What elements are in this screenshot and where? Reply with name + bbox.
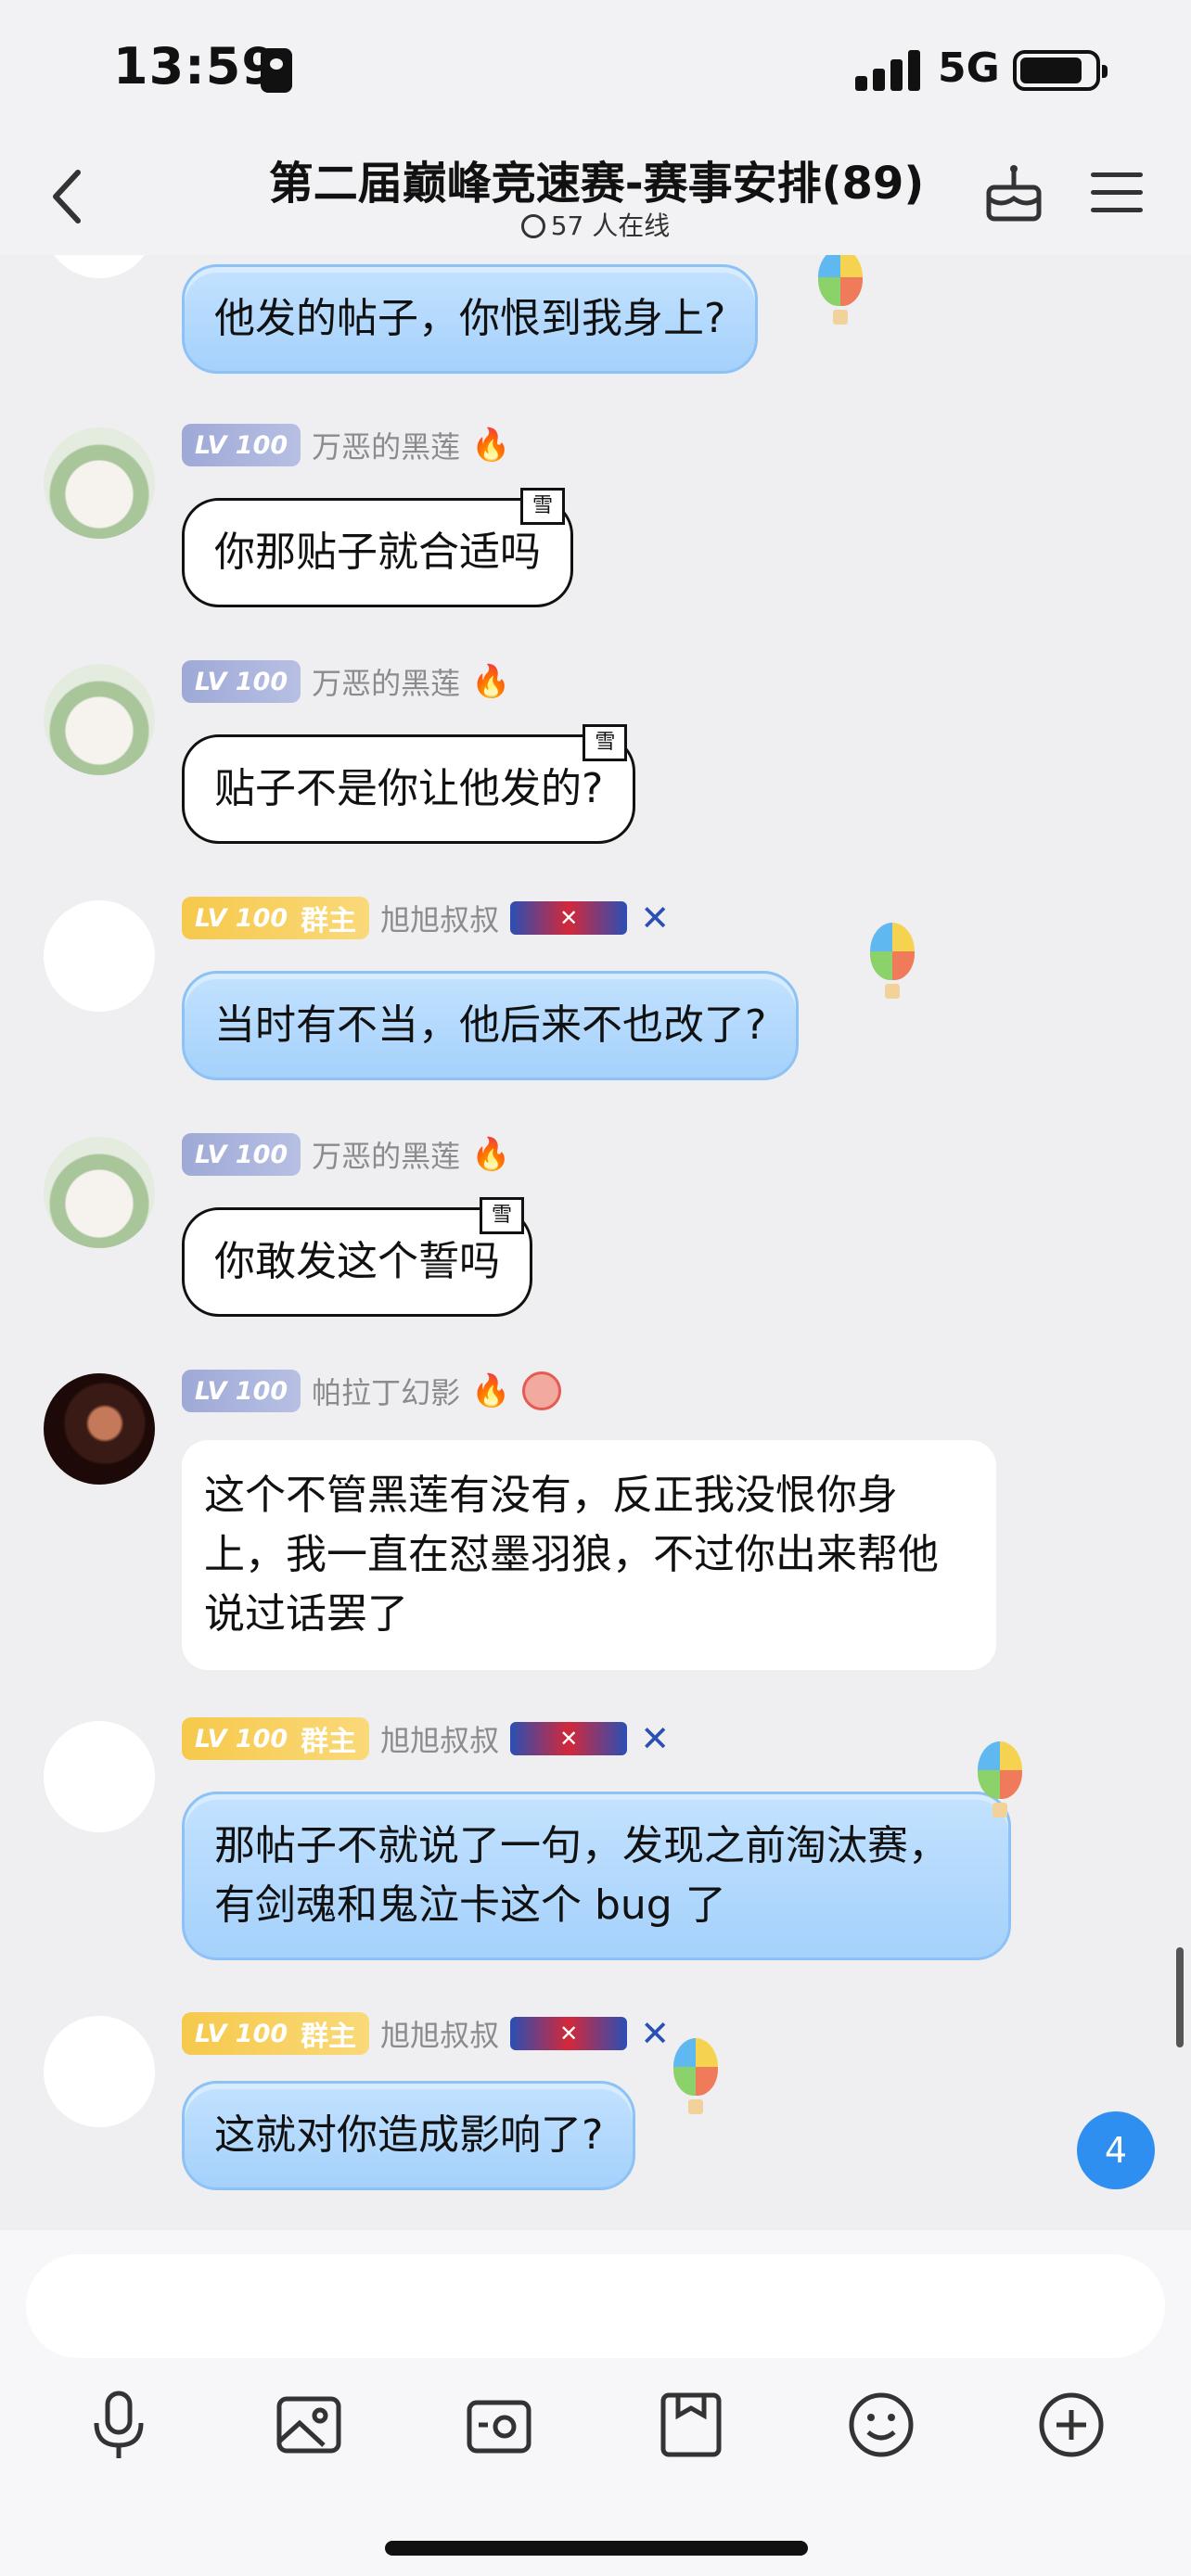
balloon-decoration [978,1741,1022,1817]
sender-meta: LV 100 群主 旭旭叔叔 ✕ ✕ [182,2010,675,2057]
bubble-tag: 雪 [583,724,628,761]
avatar[interactable] [44,427,155,539]
bubble-tag: 雪 [520,488,565,525]
message-text: 这个不管黑莲有没有，反正我没恨你身上，我一直在怼墨羽狼，不过你出来帮他说过话罢了 [204,1472,939,1638]
flame-icon: 🔥 [471,427,511,464]
mic-icon[interactable] [82,2388,156,2462]
message-text: 这就对你造成影响了? [214,2111,604,2159]
menu-icon[interactable] [1091,167,1146,219]
x-icon: ✕ [640,898,671,938]
status-time: 13:59 [113,37,277,96]
x-badge-icon: ✕ [510,901,628,935]
online-count: 57 人在线 [550,210,671,241]
role-label: 群主 [301,905,357,937]
message-text: 那帖子不就说了一句，发现之前淘汰赛，有剑魂和鬼泣卡这个 bug 了 [214,1822,949,1929]
camera-icon[interactable] [462,2388,536,2462]
input-area [0,2230,1191,2576]
level-text: LV 100 [195,1724,288,1753]
message-bubble[interactable]: 你敢发这个誓吗 雪 [182,1197,532,1317]
sender-name[interactable]: 万恶的黑莲 [312,660,460,703]
message-text: 你那贴子就合适吗 [214,529,541,576]
message-bubble[interactable]: 你那贴子就合适吗 雪 [182,488,573,607]
title-badge: ✕ ✕ [510,1718,675,1759]
message-text: 当时有不当，他后来不也改了? [214,1001,767,1049]
message-text: 他发的帖子，你恨到我身上? [214,295,726,342]
balloon-decoration [818,255,863,325]
x-icon: ✕ [640,2013,671,2054]
balloon-decoration [870,923,915,999]
balloon-decoration [673,2038,718,2114]
avatar[interactable] [44,255,155,278]
flame-icon: 🔥 [471,1372,511,1409]
sender-name[interactable]: 旭旭叔叔 [380,897,499,939]
message-bubble[interactable]: 当时有不当，他后来不也改了? [182,971,800,1080]
role-label: 群主 [301,2021,357,2053]
avatar[interactable] [44,1373,155,1485]
signal-icon [855,48,922,91]
flame-icon: 🔥 [471,1136,511,1173]
home-indicator[interactable] [385,2541,808,2556]
status-bar: 13:59 5G [0,0,1191,139]
x-badge-icon: ✕ [510,2017,628,2050]
chat-list[interactable]: 他发的帖子，你恨到我身上? LV 100 万恶的黑莲 🔥 你那贴子就合适吗 雪 … [0,255,1191,2230]
avatar[interactable] [44,664,155,775]
plus-icon[interactable] [1034,2388,1108,2462]
level-text: LV 100 [195,903,288,933]
message-text: 你敢发这个誓吗 [214,1238,500,1285]
level-badge: LV 100 群主 [182,897,370,939]
message-bubble[interactable]: 这个不管黑莲有没有，反正我没恨你身上，我一直在怼墨羽狼，不过你出来帮他说过话罢了 [182,1440,996,1670]
sender-meta: LV 100 万恶的黑莲 🔥 [182,1131,511,1178]
sender-meta: LV 100 群主 旭旭叔叔 ✕ ✕ [182,1715,675,1762]
message-bubble[interactable]: 那帖子不就说了一句，发现之前淘汰赛，有剑魂和鬼泣卡这个 bug 了 [182,1792,1011,1960]
level-badge: LV 100 [182,424,301,466]
bubble-tag: 雪 [480,1197,524,1234]
level-badge: LV 100 [182,660,301,703]
level-badge: LV 100 群主 [182,1717,370,1760]
file-icon[interactable] [654,2388,728,2462]
scrollbar[interactable] [1176,1947,1184,2047]
title-badge: ✕ ✕ [510,898,675,938]
message-bubble[interactable]: 贴子不是你让他发的? 雪 [182,724,636,844]
online-icon [520,214,545,238]
role-label: 群主 [301,1726,357,1758]
image-icon[interactable] [272,2388,346,2462]
avatar[interactable] [44,900,155,1012]
emoji-badge-icon [521,1371,561,1410]
level-badge: LV 100 [182,1370,301,1412]
sender-name[interactable]: 万恶的黑莲 [312,424,460,466]
sender-name[interactable]: 万恶的黑莲 [312,1133,460,1176]
title-badge: ✕ ✕ [510,2013,675,2054]
sender-meta: LV 100 群主 旭旭叔叔 ✕ ✕ [182,895,675,941]
level-text: LV 100 [195,2019,288,2048]
sender-meta: LV 100 万恶的黑莲 🔥 [182,422,511,468]
sender-meta: LV 100 万恶的黑莲 🔥 [182,658,511,705]
toolbar [0,2388,1191,2490]
battery-icon [1013,50,1108,91]
id-card-icon [261,48,292,93]
sender-name[interactable]: 帕拉丁幻影 [312,1370,460,1412]
avatar[interactable] [44,1721,155,1832]
cake-icon[interactable] [985,161,1043,223]
x-badge-icon: ✕ [510,1722,628,1755]
flame-icon: 🔥 [471,663,511,700]
message-bubble[interactable]: 他发的帖子，你恨到我身上? [182,264,759,374]
avatar[interactable] [44,2016,155,2127]
x-icon: ✕ [640,1718,671,1759]
chat-header: 第二届巅峰竞速赛-赛事安排(89) 57 人在线 [0,139,1191,255]
emoji-icon[interactable] [844,2388,918,2462]
avatar[interactable] [44,1137,155,1248]
level-badge: LV 100 群主 [182,2012,370,2055]
sender-name[interactable]: 旭旭叔叔 [380,1717,499,1760]
sender-name[interactable]: 旭旭叔叔 [380,2012,499,2055]
message-input[interactable] [26,2254,1165,2358]
message-bubble[interactable]: 这就对你造成影响了? [182,2081,636,2190]
level-badge: LV 100 [182,1133,301,1176]
unread-count-badge[interactable]: 4 [1077,2111,1155,2189]
network-label: 5G [938,45,1000,92]
message-text: 贴子不是你让他发的? [214,765,604,812]
sender-meta: LV 100 帕拉丁幻影 🔥 [182,1368,561,1414]
